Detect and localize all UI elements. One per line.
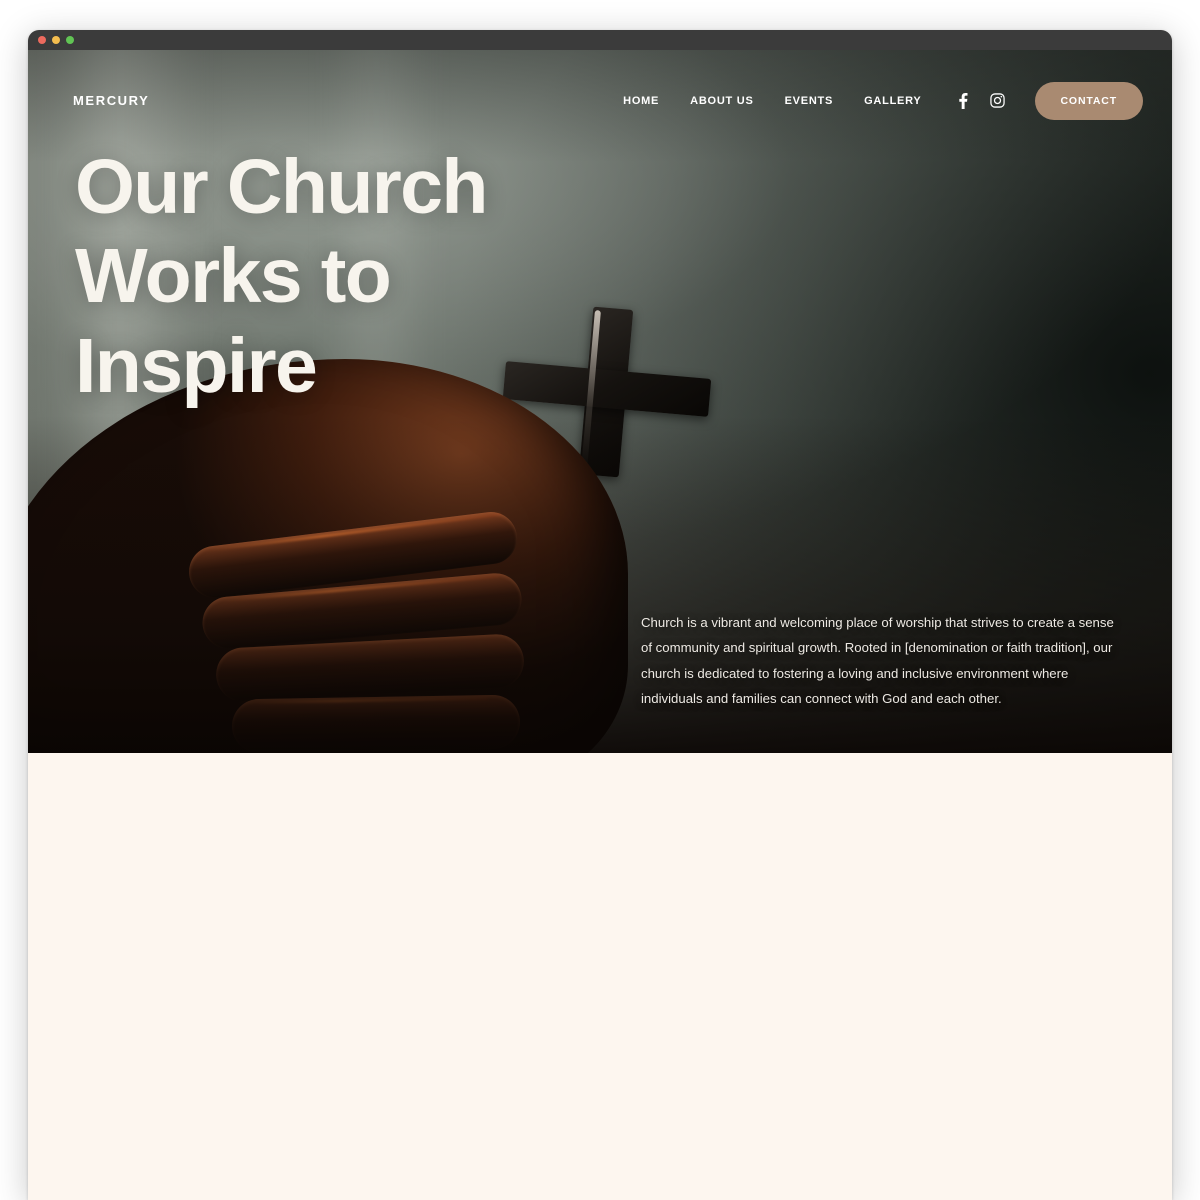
browser-chrome-bar (28, 30, 1172, 50)
minimize-window-button[interactable] (52, 36, 60, 44)
window-controls (38, 36, 74, 44)
contact-button[interactable]: CONTACT (1034, 81, 1143, 120)
nav-link-events[interactable]: EVENTS (785, 95, 834, 107)
close-window-button[interactable] (38, 36, 46, 44)
instagram-icon[interactable] (989, 93, 1005, 108)
social-links (956, 92, 1005, 109)
nav-link-home[interactable]: HOME (623, 95, 659, 107)
nav-link-about-us[interactable]: ABOUT US (690, 95, 753, 107)
hero-paragraph: Church is a vibrant and welcoming place … (641, 615, 1114, 707)
site-logo[interactable]: MERCURY (73, 93, 149, 108)
main-navigation: MERCURY HOME ABOUT US EVENTS GALLERY CON… (28, 50, 1172, 151)
hero-section: MERCURY HOME ABOUT US EVENTS GALLERY CON… (28, 50, 1172, 753)
nav-links: HOME ABOUT US EVENTS GALLERY (623, 95, 921, 107)
nav-right-group: HOME ABOUT US EVENTS GALLERY CONTACT (623, 81, 1143, 120)
maximize-window-button[interactable] (66, 36, 74, 44)
value-section: Our Value At Our Church We Preach Patien… (28, 753, 1172, 1200)
nav-link-gallery[interactable]: GALLERY (864, 95, 921, 107)
hero-title: Our Church Works to Inspire (75, 144, 488, 409)
browser-window: MERCURY HOME ABOUT US EVENTS GALLERY CON… (28, 30, 1172, 1200)
facebook-icon[interactable] (956, 92, 969, 109)
